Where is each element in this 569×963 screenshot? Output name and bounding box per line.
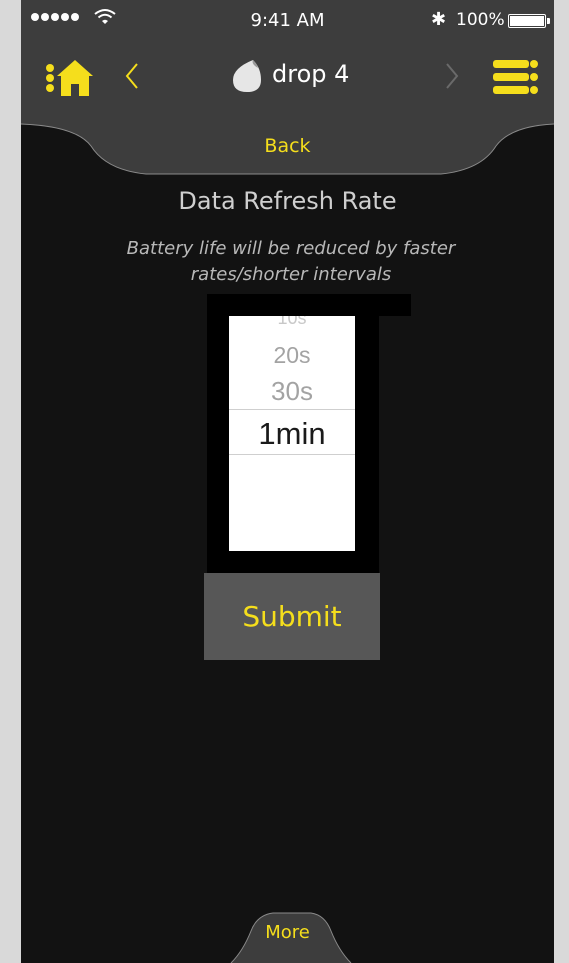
home-icon[interactable] <box>45 54 93 100</box>
more-button[interactable]: More <box>21 922 554 943</box>
menu-icon[interactable] <box>493 56 539 98</box>
chevron-left-icon[interactable] <box>121 58 141 94</box>
bluetooth-icon: ✱ <box>431 9 447 30</box>
battery-tip <box>547 18 550 24</box>
picker-option[interactable]: 10s <box>229 316 355 329</box>
back-button[interactable]: Back <box>21 135 554 157</box>
drop-device-icon <box>233 60 261 92</box>
chevron-right-icon[interactable] <box>443 58 463 94</box>
submit-button[interactable]: Submit <box>204 573 380 660</box>
refresh-rate-picker[interactable]: 10s 20s 30s 1min <box>229 316 355 551</box>
picker-selection-line-top <box>229 409 355 410</box>
status-bar: 9:41 AM ✱ 100% <box>21 0 554 42</box>
device-title: drop 4 <box>272 60 350 88</box>
phone-screen: 9:41 AM ✱ 100% drop 4 Back Data Refresh … <box>21 0 554 963</box>
nav-bar: drop 4 <box>21 42 554 122</box>
subtitle-text: Battery life will be reduced by faster r… <box>126 238 456 285</box>
picker-option[interactable]: 20s <box>229 342 355 369</box>
picker-option[interactable]: 30s <box>229 376 355 407</box>
picker-selection-line-bottom <box>229 454 355 455</box>
picker-selected-option[interactable]: 1min <box>229 416 355 452</box>
battery-icon <box>508 14 546 28</box>
page-title: Data Refresh Rate <box>178 187 397 215</box>
battery-percent: 100% <box>456 10 505 30</box>
